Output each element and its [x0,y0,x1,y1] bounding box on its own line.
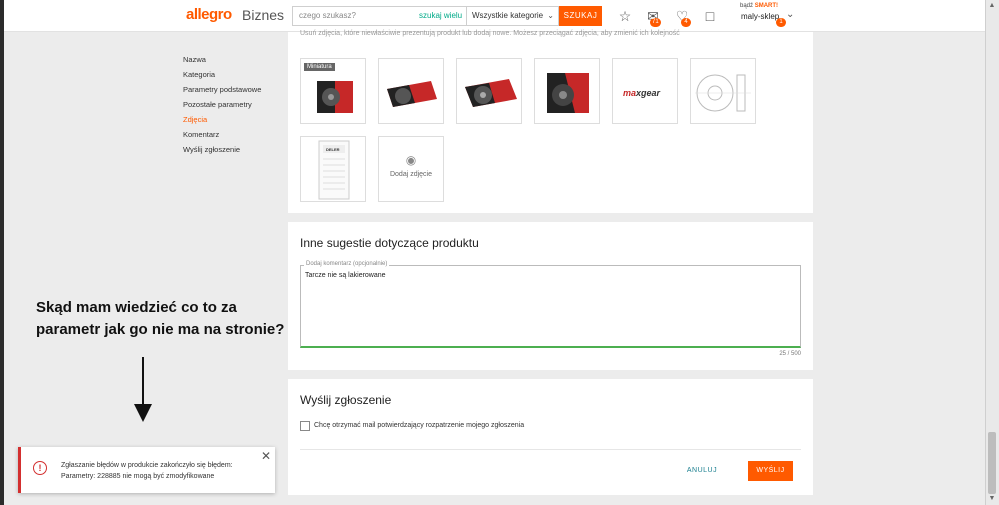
sidebar-item-pozostale-parametry[interactable]: Pozostałe parametry [183,97,261,112]
window-frame-left [0,0,4,505]
smart-label[interactable]: bądź SMART! [740,3,778,9]
miniature-badge: Miniatura [304,63,335,71]
star-icon[interactable]: ☆ [617,8,633,24]
toast-message: Zgłaszanie błędów w produkcie zakończyło… [61,460,251,482]
add-photo-label: Dodaj zdjęcie [389,171,433,178]
scrollbar[interactable]: ▲ ▼ [985,0,999,505]
document-label: DELER [326,147,340,152]
submit-section-title: Wyślij zgłoszenie [300,393,392,407]
confirm-mail-checkbox[interactable] [300,421,310,431]
confirm-mail-label[interactable]: Chcę otrzymać mail potwierdzający rozpat… [314,422,524,429]
allegro-logo[interactable]: allegro [186,6,232,23]
category-select[interactable]: Wszystkie kategorie ⌄ [466,6,559,26]
notifications-badge: 4 [681,18,691,27]
chevron-down-icon[interactable]: ⌄ [786,9,794,20]
section-nav: Nazwa Kategoria Parametry podstawowe Poz… [183,52,261,157]
product-photo-5[interactable]: ma xgear [612,58,678,124]
add-photo-button[interactable]: ◉ Dodaj zdjęcie [378,136,444,202]
logo-suffix: Biznes [242,7,285,23]
comment-value: Tarcze nie są lakierowane [305,272,386,279]
sidebar-item-zdjecia[interactable]: Zdjęcia [183,112,261,127]
sidebar-item-parametry-podstawowe[interactable]: Parametry podstawowe [183,82,261,97]
submit-section: Wyślij zgłoszenie Chcę otrzymać mail pot… [288,379,813,495]
messages-badge: 71 [650,18,661,27]
send-button[interactable]: WYŚLIJ [748,461,793,481]
sidebar-item-nazwa[interactable]: Nazwa [183,52,261,67]
error-icon: ! [33,461,47,475]
product-photo-3[interactable] [456,58,522,124]
comment-section: Inne sugestie dotyczące produktu Dodaj k… [288,222,813,370]
svg-text:ma: ma [623,88,636,98]
search-button[interactable]: SZUKAJ [559,6,602,26]
brake-box-image [547,73,589,113]
char-counter: 25 / 500 [779,351,801,357]
scroll-up-icon[interactable]: ▲ [988,2,996,10]
scrollbar-thumb[interactable] [988,432,996,494]
sidebar-item-kategoria[interactable]: Kategoria [183,67,261,82]
product-photo-1[interactable]: Miniatura [300,58,366,124]
error-toast: ! Zgłaszanie błędów w produkcie zakończy… [18,447,275,493]
scroll-down-icon[interactable]: ▼ [988,495,996,503]
divider [300,449,801,450]
comment-legend: Dodaj komentarz (opcjonalnie) [304,261,390,267]
smart-brand: SMART! [754,3,779,9]
product-photo-2[interactable] [378,58,444,124]
annotation-question: Skąd mam wiedzieć co to za parametr jak … [36,299,285,338]
brake-box-image [387,81,437,107]
camera-icon: ◉ [405,153,417,167]
user-badge: 1 [776,18,786,27]
arrow-down-icon [134,404,152,422]
cancel-button[interactable]: ANULUJ [678,461,726,481]
comment-section-title: Inne sugestie dotyczące produktu [300,236,479,250]
category-select-value: Wszystkie kategorie [472,11,544,20]
product-photo-4[interactable] [534,58,600,124]
toast-line-2: Parametry: 228885 nie mogą być zmodyfiko… [61,473,215,480]
top-header: allegro Biznes czego szukasz? szukaj wie… [4,0,985,32]
document-image: DELER [318,140,350,200]
brake-box-image [465,79,517,107]
close-icon[interactable]: ✕ [261,450,271,462]
photos-section: Usuń zdjęcia, które niewłaściwie prezent… [288,30,813,213]
brand-logo-image: ma xgear [623,88,661,98]
comment-textarea[interactable]: Dodaj komentarz (opcjonalnie) Tarcze nie… [300,261,801,348]
user-name[interactable]: maly-sklep [741,12,779,21]
sidebar-item-komentarz[interactable]: Komentarz [183,127,261,142]
toast-line-1: Zgłaszanie błędów w produkcie zakończyło… [61,462,233,469]
smart-prefix: bądź [740,3,754,9]
svg-text:xgear: xgear [635,88,661,98]
photos-hint: Usuń zdjęcia, które niewłaściwie prezent… [300,30,680,37]
product-photo-7[interactable]: DELER [300,136,366,202]
cart-icon[interactable]: □ [702,8,718,24]
technical-drawing-image [695,74,751,112]
product-photo-6[interactable] [690,58,756,124]
search-many-link[interactable]: szukaj wielu [419,6,462,26]
chevron-down-icon: ⌄ [547,11,554,20]
sidebar-item-wyslij[interactable]: Wyślij zgłoszenie [183,142,261,157]
